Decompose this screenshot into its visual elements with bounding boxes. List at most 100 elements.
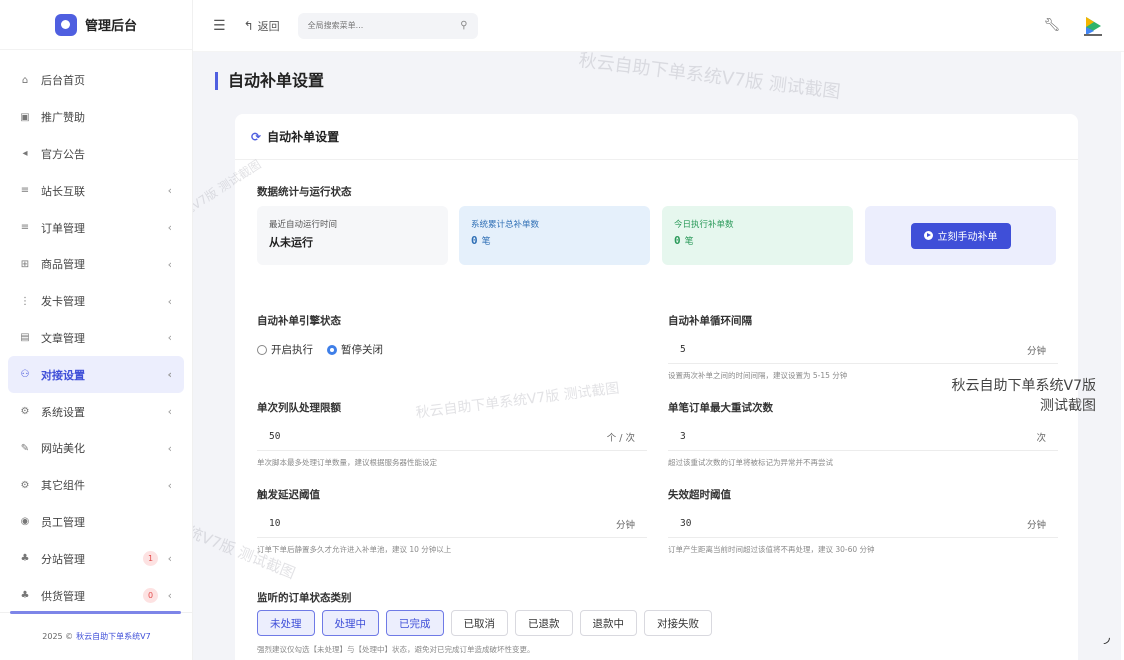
side-watermark-line1: 秋云自助下单系统V7版 bbox=[951, 378, 1096, 394]
manual-reorder-button[interactable]: 立刻手动补单 bbox=[910, 222, 1011, 249]
menu-icon: ≡ bbox=[20, 185, 30, 197]
sidebar: 管理后台 ⌂ 后台首页 ▣ 推广赞助 ◂ 官方公告 ≡ 站长互联 ‹ ≡ 订单管理 ‹ ⊞ 商品管理 ‹ ⋮ 发… bbox=[0, 0, 193, 660]
side-watermark: 秋云自助下单系统V7版 测试截图 bbox=[952, 376, 1096, 416]
interval-value: 5 bbox=[680, 344, 686, 355]
back-arrow-icon: ↰ bbox=[243, 18, 254, 33]
timeout-threshold-label: 失效超时阈值 bbox=[668, 489, 731, 501]
chevron-left-icon: ‹ bbox=[167, 331, 172, 345]
stat-label: 今日执行补单数 bbox=[674, 220, 734, 230]
avatar-logo-icon bbox=[1084, 16, 1102, 36]
sidebar-item[interactable]: ⋮ 发卡管理 ‹ bbox=[8, 283, 184, 320]
delay-threshold-value: 10 bbox=[269, 518, 281, 529]
sidebar-item-label: 商品管理 bbox=[41, 258, 85, 272]
watermark: 秋云自助下单系统V7版 测试截图 bbox=[577, 52, 842, 103]
back-button[interactable]: ↰ 返回 bbox=[244, 18, 280, 34]
status-types-label: 监听的订单状态类别 bbox=[257, 592, 352, 604]
status-chip[interactable]: 未处理 bbox=[257, 610, 315, 636]
status-chip[interactable]: 已取消 bbox=[450, 610, 508, 636]
search-icon[interactable]: ⚲ bbox=[460, 20, 467, 31]
engine-status-label: 自动补单引擎状态 bbox=[257, 315, 341, 327]
status-chip[interactable]: 对接失败 bbox=[644, 610, 712, 636]
brand-logo-icon bbox=[54, 13, 77, 36]
sidebar-item-label: 推广赞助 bbox=[41, 111, 85, 125]
queue-limit-label: 单次列队处理限额 bbox=[257, 402, 341, 414]
stat-unit: 笔 bbox=[684, 237, 694, 247]
menu-icon: ▣ bbox=[20, 111, 30, 123]
max-retry-value: 3 bbox=[680, 431, 686, 442]
chevron-left-icon: ‹ bbox=[167, 441, 172, 455]
radio-circle bbox=[327, 344, 337, 355]
back-label: 返回 bbox=[257, 19, 280, 33]
sidebar-item[interactable]: ⌂ 后台首页 bbox=[8, 62, 184, 99]
sidebar-item-label: 站长互联 bbox=[41, 184, 85, 198]
queue-limit-input[interactable]: 50 个 / 次 bbox=[257, 423, 647, 451]
page-title: 自动补单设置 bbox=[215, 72, 324, 90]
chevron-left-icon: ‹ bbox=[167, 405, 172, 419]
avatar[interactable] bbox=[1082, 15, 1104, 37]
status-chip[interactable]: 退款中 bbox=[579, 610, 637, 636]
menu-icon: ⊞ bbox=[20, 258, 30, 270]
sidebar-item-label: 文章管理 bbox=[41, 331, 85, 345]
card-title: 自动补单设置 bbox=[267, 130, 340, 144]
sidebar-item[interactable]: ⚙ 系统设置 ‹ bbox=[8, 393, 184, 430]
sidebar-item[interactable]: ⚙ 其它组件 ‹ bbox=[8, 467, 184, 504]
chevron-left-icon: ‹ bbox=[167, 552, 172, 566]
sidebar-item[interactable]: ◉ 员工管理 bbox=[8, 504, 184, 541]
menu-icon: ◉ bbox=[20, 516, 30, 528]
engine-off-radio[interactable]: 暂停关闭 bbox=[327, 342, 383, 357]
sidebar-item-label: 对接设置 bbox=[41, 368, 85, 382]
engine-on-label: 开启执行 bbox=[271, 344, 313, 356]
sidebar-item[interactable]: ≡ 站长互联 ‹ bbox=[8, 172, 184, 209]
footer-copyright: 2025 © bbox=[42, 632, 74, 641]
stats-section-title: 数据统计与运行状态 bbox=[257, 186, 352, 198]
stat-value: 0 bbox=[674, 234, 681, 247]
chevron-left-icon: ‹ bbox=[167, 257, 172, 271]
menu-toggle-icon[interactable]: ☰ bbox=[213, 18, 226, 34]
menu-icon: ▤ bbox=[20, 332, 30, 344]
menu-icon: ♣ bbox=[20, 553, 30, 565]
chevron-left-icon: ‹ bbox=[167, 184, 172, 198]
stat-value: 0 bbox=[471, 234, 478, 247]
menu-icon: ≡ bbox=[20, 222, 30, 234]
global-search[interactable]: ⚲ bbox=[297, 12, 478, 39]
stat-manual-action: 立刻手动补单 bbox=[865, 206, 1056, 265]
menu-icon: ◂ bbox=[22, 148, 28, 160]
stat-value: 从未运行 bbox=[269, 236, 313, 249]
chevron-left-icon: ‹ bbox=[167, 221, 172, 235]
status-chip[interactable]: 处理中 bbox=[321, 610, 379, 636]
status-chip[interactable]: 已完成 bbox=[386, 610, 444, 636]
status-chip[interactable]: 已退款 bbox=[515, 610, 573, 636]
footer-brand-link[interactable]: 秋云自助下单系统V7 bbox=[76, 631, 151, 642]
sidebar-item-label: 网站美化 bbox=[41, 442, 85, 456]
loading-spinner-icon: ◞ bbox=[1103, 627, 1110, 646]
sidebar-item[interactable]: ⚇ 对接设置 ‹ bbox=[8, 356, 184, 394]
engine-on-radio[interactable]: 开启执行 bbox=[257, 342, 313, 357]
wrench-icon[interactable]: 🔧︎ bbox=[1043, 18, 1060, 33]
sidebar-item[interactable]: ⊞ 商品管理 ‹ bbox=[8, 246, 184, 283]
brand[interactable]: 管理后台 bbox=[0, 0, 192, 50]
sidebar-item[interactable]: ▣ 推广赞助 bbox=[8, 99, 184, 136]
sidebar-item[interactable]: ≡ 订单管理 ‹ bbox=[8, 209, 184, 246]
delay-threshold-input[interactable]: 10 分钟 bbox=[257, 510, 647, 538]
sidebar-item[interactable]: ◂ 官方公告 bbox=[8, 136, 184, 173]
manual-reorder-label: 立刻手动补单 bbox=[937, 232, 998, 243]
menu-icon: ⌂ bbox=[21, 74, 29, 86]
sidebar-item-label: 员工管理 bbox=[41, 515, 85, 529]
sidebar-item[interactable]: ✎ 网站美化 ‹ bbox=[8, 430, 184, 467]
interval-input[interactable]: 5 分钟 bbox=[668, 336, 1058, 364]
sidebar-item-label: 其它组件 bbox=[41, 479, 85, 493]
delay-threshold-label: 触发延迟阈值 bbox=[257, 489, 320, 501]
count-badge: 1 bbox=[143, 551, 158, 567]
search-input[interactable] bbox=[307, 21, 448, 30]
max-retry-input[interactable]: 3 次 bbox=[668, 423, 1058, 451]
chevron-left-icon: ‹ bbox=[167, 368, 172, 382]
chevron-left-icon: ‹ bbox=[167, 478, 172, 492]
sidebar-item[interactable]: ▤ 文章管理 ‹ bbox=[8, 320, 184, 357]
max-retry-label: 单笔订单最大重试次数 bbox=[668, 402, 773, 414]
stat-label: 最近自动运行时间 bbox=[269, 220, 338, 230]
queue-limit-unit: 个 / 次 bbox=[606, 432, 635, 444]
menu-icon: ⚙ bbox=[20, 479, 30, 491]
sidebar-item[interactable]: ♣ 供货管理 0 ‹ bbox=[8, 577, 184, 614]
timeout-threshold-input[interactable]: 30 分钟 bbox=[668, 510, 1058, 538]
sidebar-item[interactable]: ♣ 分站管理 1 ‹ bbox=[8, 540, 184, 577]
